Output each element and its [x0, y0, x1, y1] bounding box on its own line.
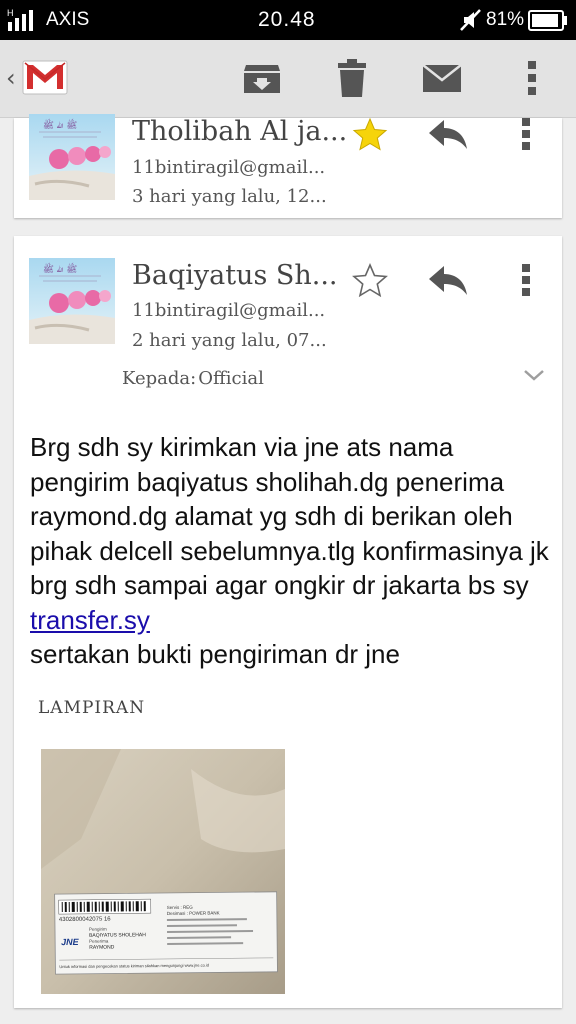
delete-button[interactable] [330, 56, 374, 100]
svg-text:Penerima: Penerima [89, 939, 109, 944]
sender-name: Tholibah Al ja... [132, 116, 348, 147]
sender-email: 11bintiragil@gmail... [132, 157, 326, 178]
overflow-menu-icon [528, 61, 536, 95]
battery-percent: 81% [486, 9, 525, 30]
recipient-name: Official [198, 368, 264, 389]
message-header-collapsed[interactable]: ﷺ ﷲ ﷺ Tholibah Al ja... 11bintiragil@gma… [14, 114, 562, 218]
message-menu-button[interactable] [514, 260, 538, 300]
body-link[interactable]: transfer.sy [30, 605, 150, 635]
overflow-menu-icon [522, 118, 530, 150]
sender-name: Baqiyatus Sh... [132, 260, 338, 291]
svg-text:Desimasi : POWER BANK: Desimasi : POWER BANK [167, 910, 220, 916]
body-text: Brg sdh sy kirimkan via jne ats nama pen… [30, 432, 549, 600]
chevron-left-icon[interactable]: ‹ [6, 64, 16, 92]
gmail-logo[interactable] [20, 52, 70, 102]
mark-unread-button[interactable] [420, 56, 464, 100]
archive-icon [244, 65, 280, 93]
sender-avatar: ﷺ ﷲ ﷺ [29, 258, 115, 344]
svg-text:JNE: JNE [61, 937, 80, 947]
body-text-end: sertakan bukti pengiriman dr jne [30, 639, 400, 669]
message-body: Brg sdh sy kirimkan via jne ats nama pen… [30, 430, 550, 672]
reply-icon [429, 266, 467, 295]
svg-text:H: H [7, 8, 14, 18]
sender-email: 11bintiragil@gmail... [132, 300, 326, 321]
status-bar: H AXIS 20.48 81% [0, 0, 576, 40]
message-expanded: ﷺ ﷲ ﷺ Baqiyatus Sh... 11bintiragil@gmail… [14, 236, 562, 1008]
svg-text:Servis : REG: Servis : REG [167, 905, 194, 910]
svg-text:RAYMOND: RAYMOND [89, 945, 115, 951]
signal-strength-icon: H [7, 8, 33, 31]
star-filled-icon [352, 117, 388, 151]
message-time: 3 hari yang lalu, 12... [132, 186, 327, 207]
message-time: 2 hari yang lalu, 07... [132, 330, 327, 351]
svg-text:4302800042075 16: 4302800042075 16 [59, 917, 111, 924]
mute-icon [460, 9, 481, 31]
recipient-line: Kepada: Official [122, 368, 264, 389]
chevron-down-icon[interactable] [522, 366, 546, 384]
star-button[interactable] [350, 260, 390, 300]
battery-icon [528, 10, 567, 31]
star-button[interactable] [350, 114, 390, 154]
attachment-image[interactable]: 4302800042075 16 JNE Pengirim BAQIYATUS … [41, 749, 285, 994]
mark-unread-icon [422, 64, 462, 92]
archive-button[interactable] [240, 56, 284, 100]
reply-button[interactable] [426, 114, 470, 154]
message-menu-button[interactable] [514, 114, 538, 154]
action-bar: ‹ [0, 40, 576, 118]
overflow-menu-button[interactable] [510, 56, 554, 100]
star-outline-icon [352, 263, 388, 297]
recipient-label: Kepada: [122, 368, 197, 389]
reply-icon [429, 120, 467, 149]
clock: 20.48 [258, 8, 316, 31]
carrier-name: AXIS [46, 9, 90, 30]
delete-icon [338, 59, 366, 97]
reply-button[interactable] [426, 260, 470, 300]
attachments-title: LAMPIRAN [38, 698, 146, 718]
svg-text:Pengirim: Pengirim [89, 927, 107, 932]
overflow-menu-icon [522, 264, 530, 296]
sender-avatar: ﷺ ﷲ ﷺ [29, 114, 115, 200]
